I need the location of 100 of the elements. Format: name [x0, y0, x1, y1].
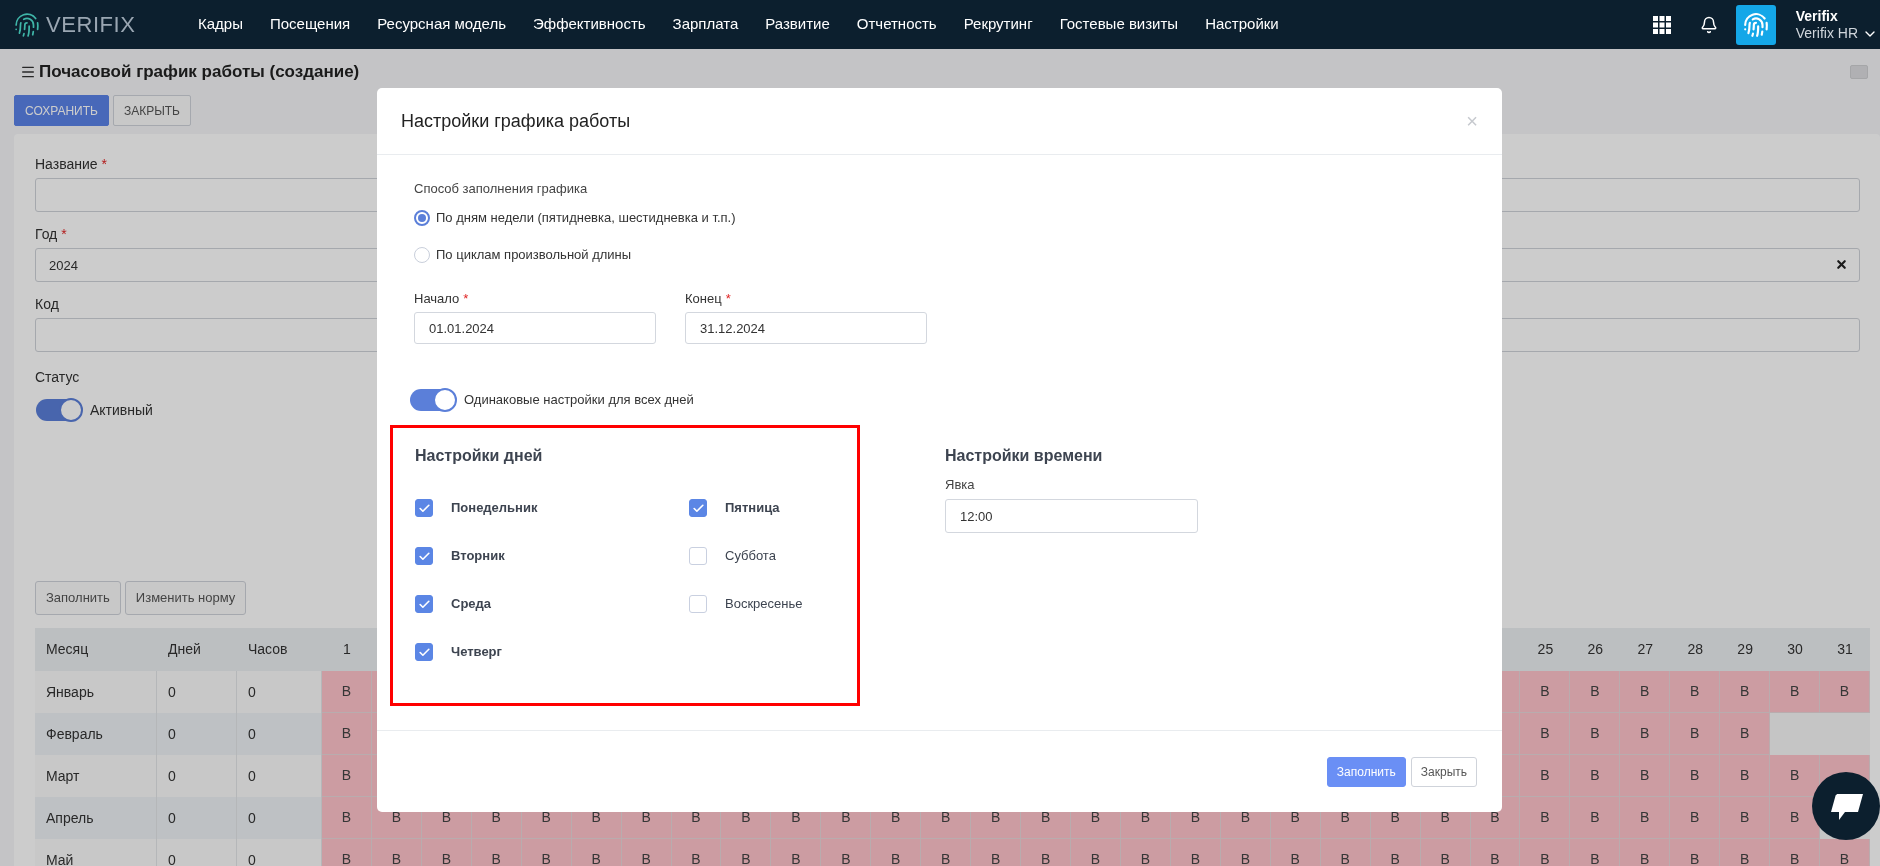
day-off-cell[interactable]: В	[1071, 839, 1121, 866]
day-off-cell[interactable]: В	[322, 797, 372, 839]
day-off-cell[interactable]: В	[1370, 839, 1421, 866]
day-off-cell[interactable]: В	[921, 839, 972, 866]
column-header: 31	[1837, 640, 1853, 659]
required-mark: *	[101, 154, 107, 174]
day-off-cell[interactable]: В	[1520, 713, 1571, 755]
day-off-cell[interactable]: В	[1720, 713, 1771, 755]
checkbox[interactable]	[415, 643, 433, 661]
day-off-cell[interactable]: В	[1720, 797, 1771, 839]
action-button[interactable]: Изменить норму	[124, 581, 247, 615]
nav-link[interactable]: Развитие	[765, 13, 830, 36]
clear-icon[interactable]	[1835, 258, 1848, 271]
toggle-switch[interactable]	[410, 389, 456, 411]
day-off-cell[interactable]: В	[1620, 671, 1671, 713]
day-off-cell[interactable]: В	[1620, 713, 1671, 755]
action-button[interactable]: Заполнить	[35, 581, 121, 615]
profile-avatar[interactable]	[1735, 4, 1776, 45]
day-off-cell[interactable]: В	[571, 839, 622, 866]
toggle-switch[interactable]	[36, 399, 82, 421]
time-field[interactable]: 12:00	[945, 499, 1198, 533]
checkbox[interactable]	[415, 499, 433, 517]
day-off-cell[interactable]: В	[1270, 839, 1321, 866]
day-off-cell[interactable]: В	[1320, 839, 1371, 866]
apps-grid-icon[interactable]	[1652, 15, 1671, 34]
nav-link[interactable]: Рекрутинг	[963, 13, 1033, 36]
day-off-cell[interactable]: В	[1570, 713, 1621, 755]
day-off-cell[interactable]: В	[1820, 839, 1870, 866]
day-off-cell[interactable]: В	[1720, 671, 1771, 713]
day-off-cell[interactable]: В	[322, 839, 372, 866]
nav-link[interactable]: Посещения	[269, 13, 351, 36]
day-off-cell[interactable]: В	[421, 839, 472, 866]
day-off-cell[interactable]: В	[322, 755, 372, 797]
nav-link[interactable]: Зарплата	[672, 13, 739, 36]
date-field[interactable]: 31.12.2024	[685, 312, 927, 344]
checkbox[interactable]	[415, 547, 433, 565]
notification-bell-icon[interactable]	[1699, 15, 1718, 34]
checkbox[interactable]	[415, 595, 433, 613]
day-off-cell[interactable]: В	[871, 839, 922, 866]
nav-link[interactable]: Эффективность	[533, 13, 646, 36]
day-off-cell[interactable]: В	[1570, 671, 1621, 713]
day-off-cell[interactable]: В	[1620, 755, 1671, 797]
action-button[interactable]: Закрыть	[1410, 756, 1477, 787]
nav-link[interactable]: Ресурсная модель	[377, 13, 507, 36]
checkbox[interactable]	[689, 547, 707, 565]
day-off-cell[interactable]: В	[1770, 671, 1821, 713]
day-off-cell[interactable]: В	[1820, 671, 1870, 713]
day-off-cell[interactable]: В	[1420, 839, 1471, 866]
checkbox[interactable]	[689, 499, 707, 517]
day-off-cell[interactable]: В	[1620, 839, 1671, 866]
table-cell: Май	[35, 839, 157, 866]
action-button[interactable]: СОХРАНИТЬ	[14, 95, 109, 126]
day-off-cell[interactable]: В	[1520, 671, 1571, 713]
day-off-cell[interactable]: В	[1670, 839, 1721, 866]
day-off-cell[interactable]: В	[671, 839, 722, 866]
panel-toggle-icon[interactable]	[1850, 65, 1868, 79]
radio-button[interactable]	[414, 210, 430, 226]
day-off-cell[interactable]: В	[1670, 713, 1721, 755]
checkbox-label: Пятница	[725, 499, 780, 518]
nav-link[interactable]: Настройки	[1205, 13, 1279, 36]
day-off-cell[interactable]: В	[1720, 755, 1771, 797]
day-off-cell[interactable]: В	[721, 839, 772, 866]
day-off-cell[interactable]: В	[1570, 839, 1621, 866]
day-off-cell[interactable]: В	[1670, 755, 1721, 797]
day-off-cell[interactable]: В	[1520, 797, 1571, 839]
day-off-cell[interactable]: В	[1520, 839, 1571, 866]
action-button[interactable]: Заполнить	[1326, 756, 1406, 787]
checkbox-label: Суббота	[725, 547, 776, 566]
day-off-cell[interactable]: В	[1570, 755, 1621, 797]
date-field[interactable]: 01.01.2024	[414, 312, 656, 344]
day-off-cell[interactable]: В	[521, 839, 572, 866]
day-off-cell[interactable]: В	[1520, 755, 1571, 797]
day-off-cell[interactable]: В	[1770, 797, 1821, 839]
nav-link[interactable]: Отчетность	[856, 13, 937, 36]
action-button[interactable]: ЗАКРЫТЬ	[112, 95, 191, 126]
day-off-cell[interactable]: В	[322, 713, 372, 755]
day-off-cell[interactable]: В	[471, 839, 522, 866]
day-off-cell[interactable]: В	[1620, 797, 1671, 839]
day-off-cell[interactable]: В	[1470, 839, 1521, 866]
day-off-cell[interactable]: В	[1170, 839, 1221, 866]
nav-link[interactable]: Гостевые визиты	[1059, 13, 1179, 36]
day-off-cell[interactable]: В	[771, 839, 822, 866]
day-off-cell[interactable]: В	[371, 839, 422, 866]
menu-icon[interactable]	[20, 64, 36, 80]
day-off-cell[interactable]: В	[1770, 839, 1821, 866]
day-off-cell[interactable]: В	[1770, 755, 1821, 797]
day-off-cell[interactable]: В	[971, 839, 1022, 866]
day-off-cell[interactable]: В	[1720, 839, 1771, 866]
nav-link[interactable]: Кадры	[198, 13, 243, 36]
day-off-cell[interactable]: В	[1570, 797, 1621, 839]
day-off-cell[interactable]: В	[1670, 671, 1721, 713]
checkbox[interactable]	[689, 595, 707, 613]
day-off-cell[interactable]: В	[1021, 839, 1072, 866]
day-off-cell[interactable]: В	[621, 839, 672, 866]
day-off-cell[interactable]: В	[1220, 839, 1271, 866]
day-off-cell[interactable]: В	[1670, 797, 1721, 839]
day-off-cell[interactable]: В	[821, 839, 872, 866]
day-off-cell[interactable]: В	[1120, 839, 1171, 866]
day-off-cell[interactable]: В	[322, 671, 372, 713]
column-header: 28	[1687, 640, 1703, 659]
